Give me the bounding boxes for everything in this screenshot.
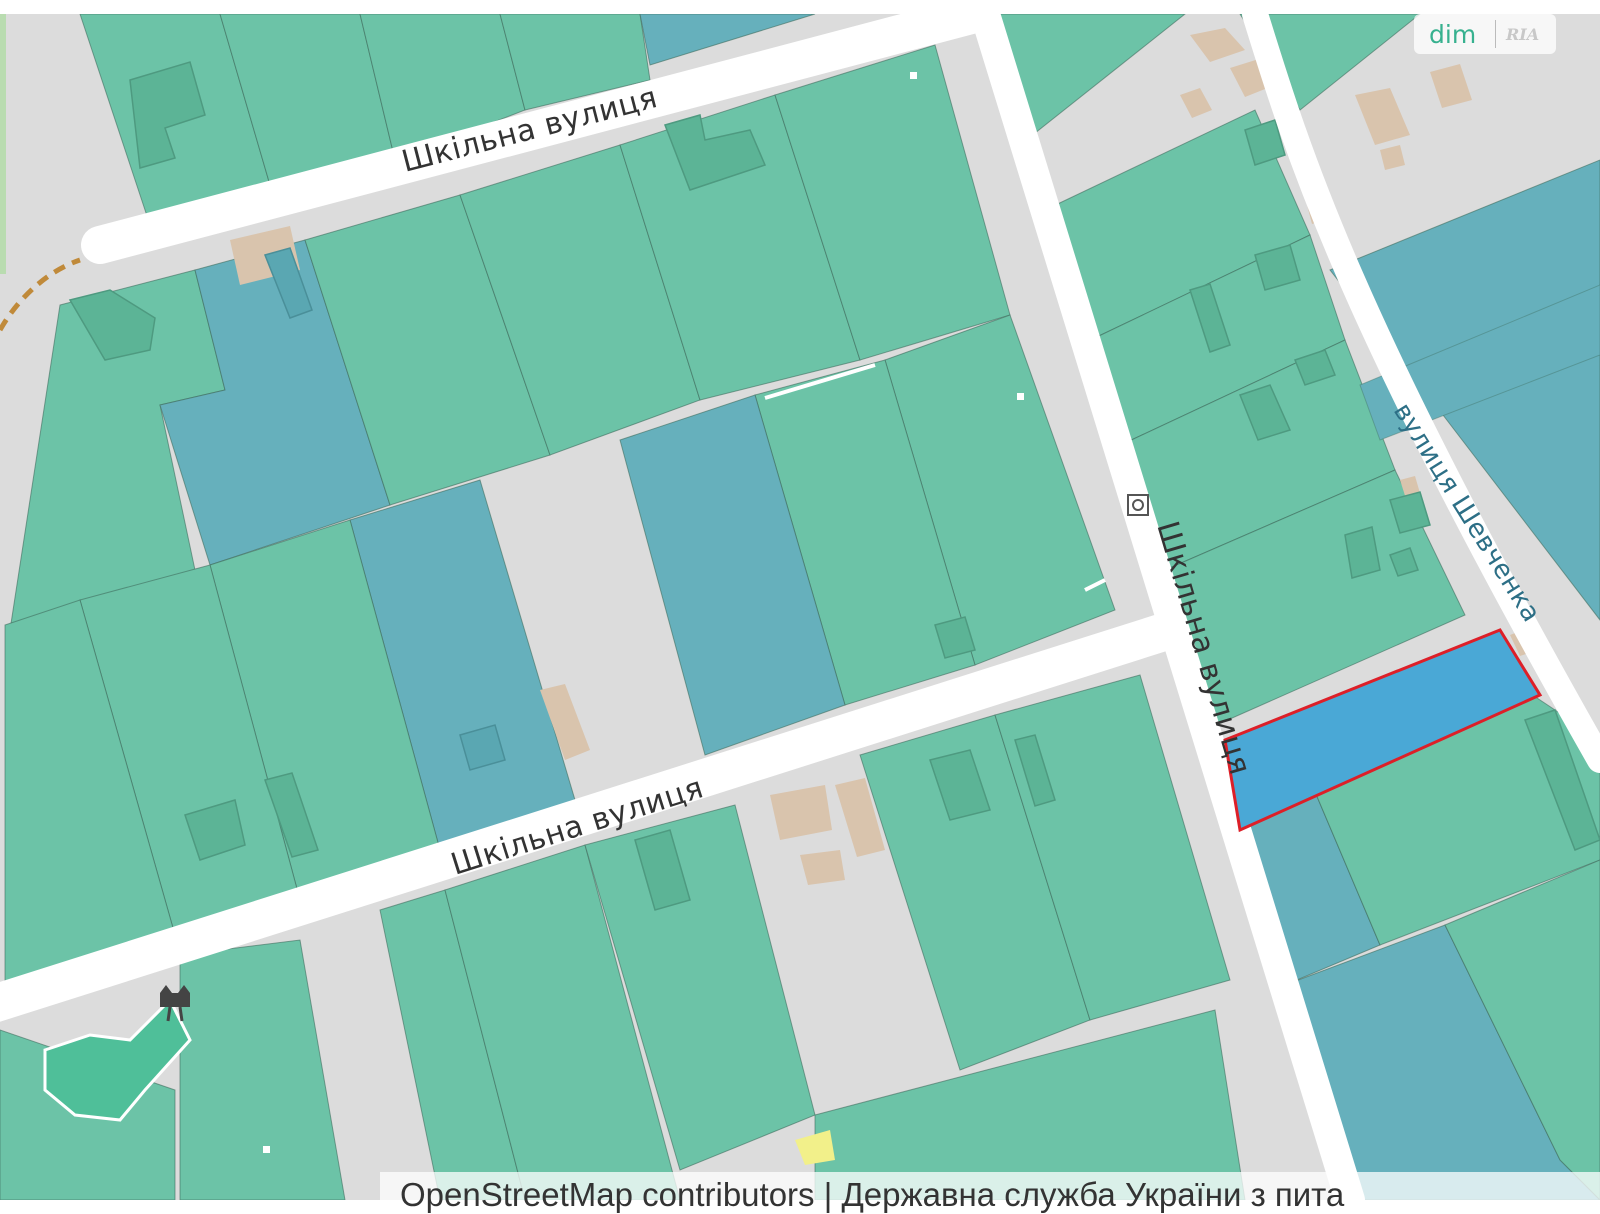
building [800,850,845,885]
cadastral-map[interactable]: Шкільна вулиця Шкільна вулиця Шкільна ву… [0,14,1600,1200]
watermark-partner-logo: RIA [1506,24,1540,44]
map-canvas[interactable]: Шкільна вулиця Шкільна вулиця Шкільна ву… [0,14,1600,1200]
map-dot [910,72,917,79]
map-dot [263,1146,270,1153]
watermark-brand: dim [1429,19,1477,49]
watermark-badge: dim RIA [1414,14,1556,54]
edge-strip [0,14,6,274]
map-attribution: OpenStreetMap contributors | Державна сл… [380,1172,1600,1214]
map-dot [1017,393,1024,400]
map-marker-icon[interactable] [1127,494,1149,516]
top-strip [0,0,1600,14]
attribution-text[interactable]: OpenStreetMap contributors | Державна сл… [400,1176,1344,1214]
